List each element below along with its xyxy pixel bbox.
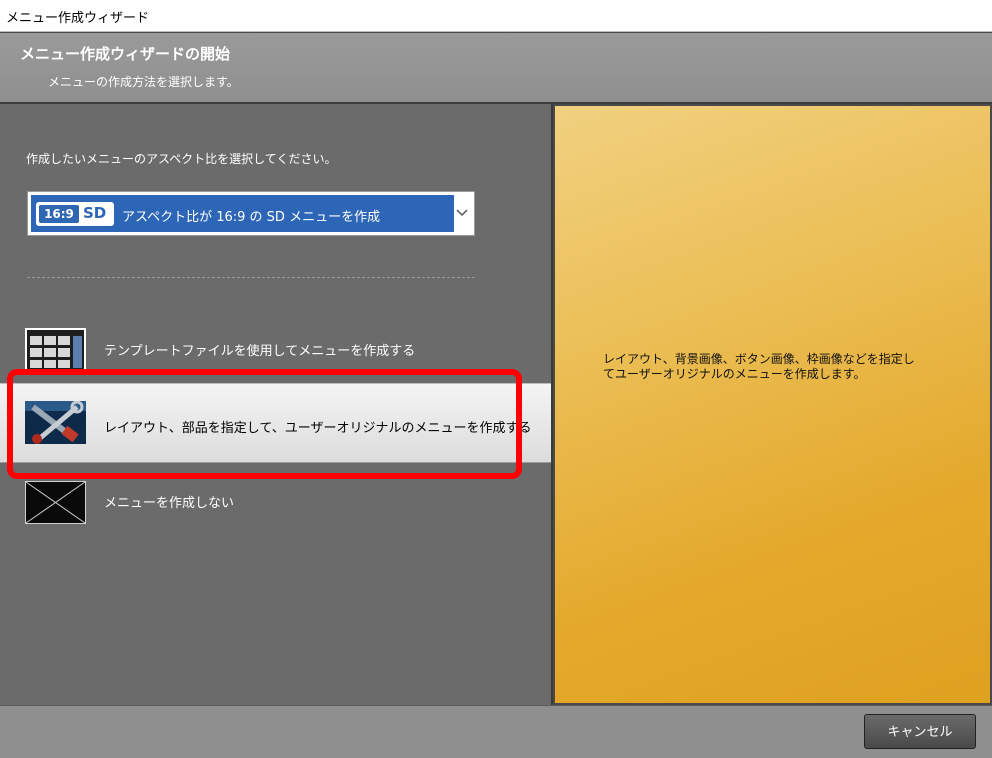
option-template-label: テンプレートファイルを使用してメニューを作成する bbox=[104, 344, 416, 359]
divider bbox=[27, 277, 475, 278]
window-title: メニュー作成ウィザード bbox=[6, 11, 150, 26]
aspect-selected-item[interactable]: 16:9 SD アスペクト比が 16:9 の SD メニューを作成 bbox=[31, 195, 454, 232]
option-no-menu-label: メニューを作成しない bbox=[104, 496, 235, 511]
aspect-ratio-select[interactable]: 16:9 SD アスペクト比が 16:9 の SD メニューを作成 bbox=[27, 191, 475, 236]
option-description: レイアウト、背景画像、ボタン画像、枠画像などを指定し てユーザーオリジナルのメニ… bbox=[603, 352, 915, 381]
wizard-header: メニュー作成ウィザードの開始 メニューの作成方法を選択します。 bbox=[0, 32, 992, 104]
template-icon bbox=[25, 328, 86, 371]
window-titlebar: メニュー作成ウィザード bbox=[0, 0, 992, 32]
aspect-selected-text: アスペクト比が 16:9 の SD メニューを作成 bbox=[122, 210, 381, 225]
chevron-down-icon[interactable] bbox=[455, 205, 469, 221]
no-menu-icon bbox=[25, 481, 86, 524]
selection-highlight-frame bbox=[7, 369, 522, 479]
aspect-badge-icon: 16:9 SD bbox=[36, 202, 114, 226]
aspect-prompt: 作成したいメニューのアスペクト比を選択してください。 bbox=[26, 152, 337, 166]
wizard-title: メニュー作成ウィザードの開始 bbox=[20, 45, 231, 63]
wizard-subtitle: メニューの作成方法を選択します。 bbox=[48, 75, 239, 89]
badge-format: SD bbox=[83, 204, 107, 222]
description-pane: レイアウト、背景画像、ボタン画像、枠画像などを指定し てユーザーオリジナルのメニ… bbox=[553, 104, 992, 705]
badge-ratio: 16:9 bbox=[39, 205, 79, 223]
footer-bar: キャンセル bbox=[0, 705, 992, 758]
cancel-button[interactable]: キャンセル bbox=[864, 714, 976, 749]
